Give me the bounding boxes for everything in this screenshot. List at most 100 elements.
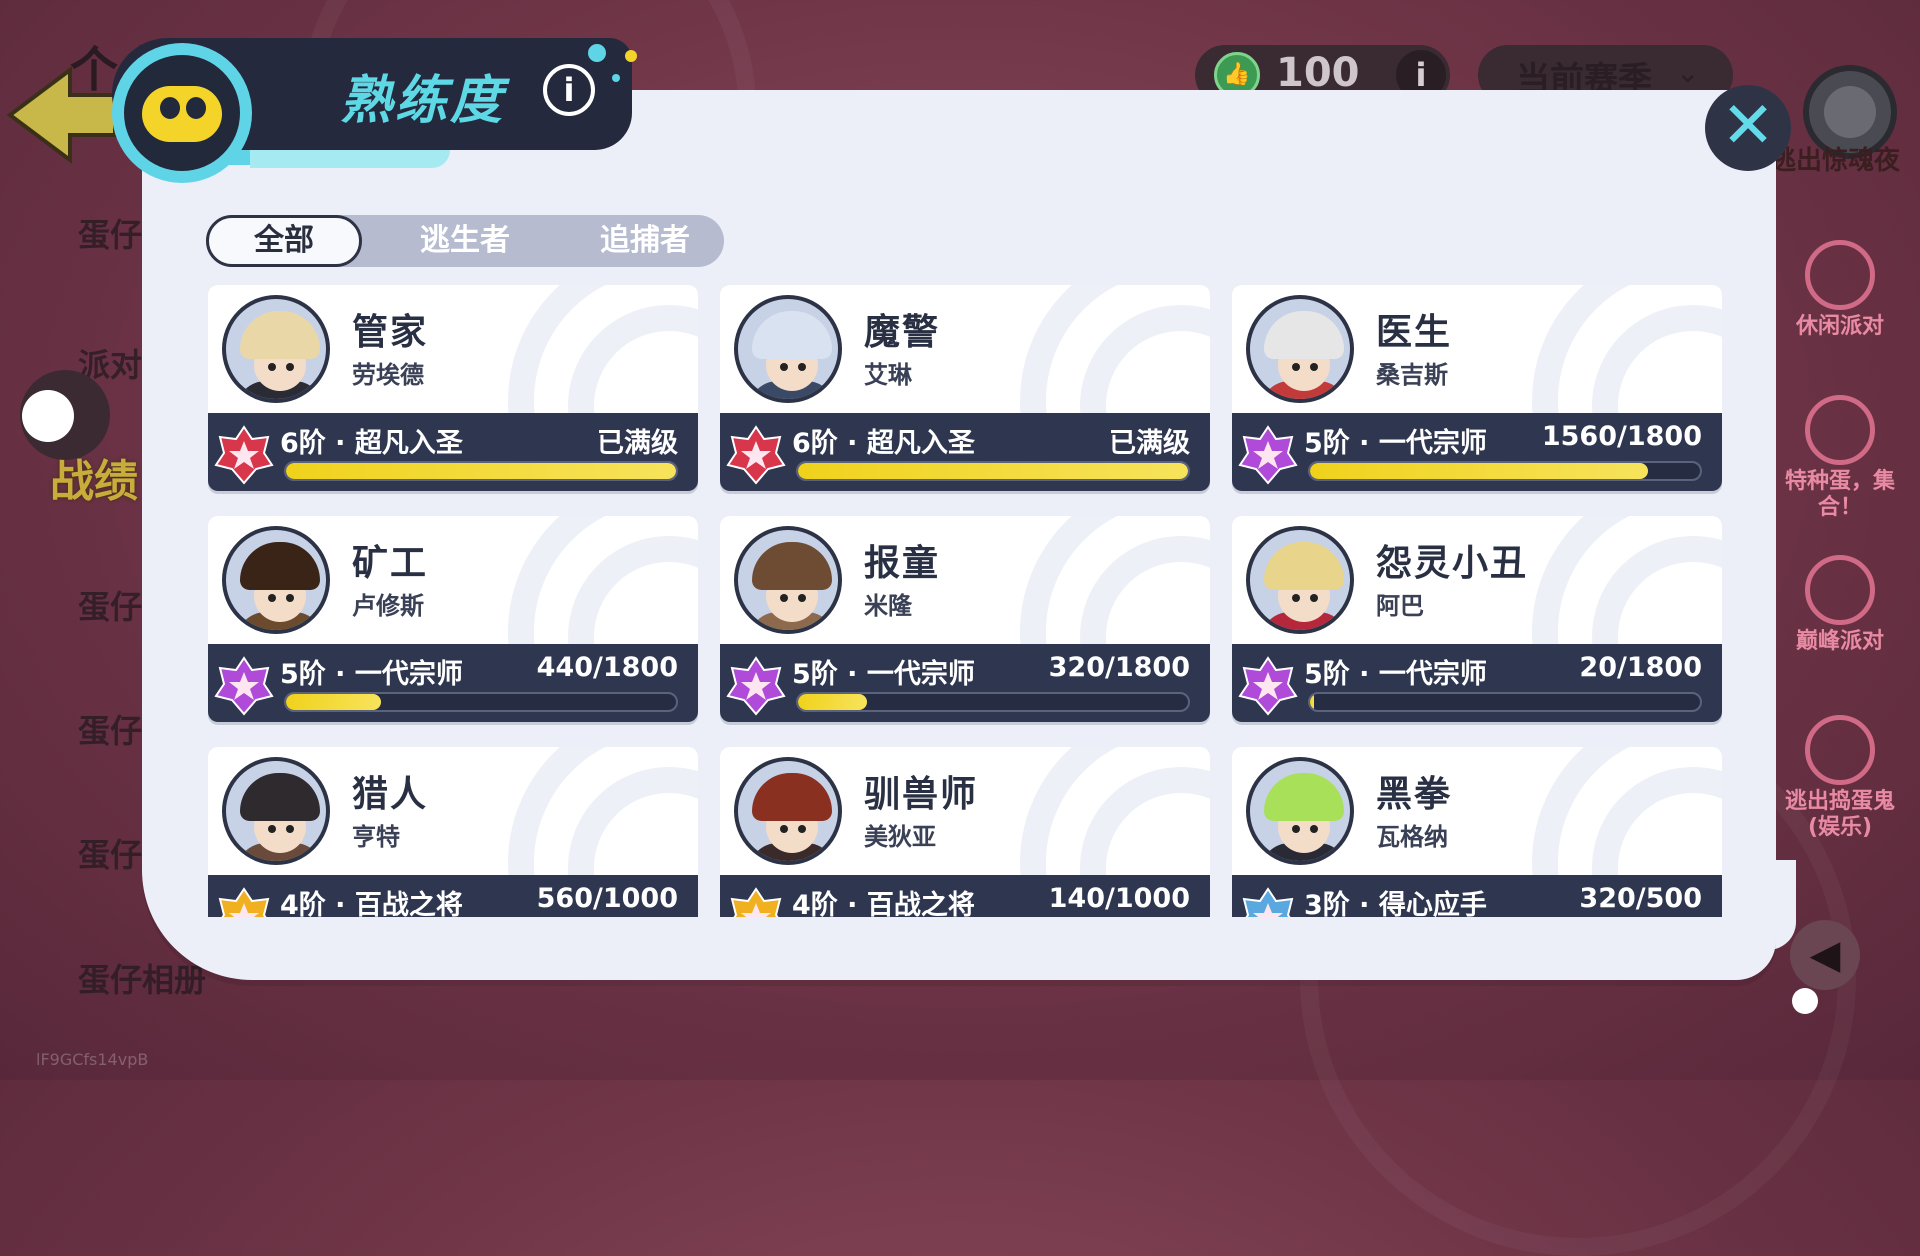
- proficiency-value: 20/1800: [1579, 652, 1702, 683]
- menu-item[interactable]: 蛋仔: [78, 706, 142, 752]
- rank-badge-icon: [214, 425, 274, 485]
- progress-fill: [1310, 463, 1649, 479]
- character-avatar: [734, 295, 842, 403]
- character-name: 驯兽师: [864, 774, 979, 815]
- character-subname: 桑吉斯: [1376, 361, 1448, 389]
- character-avatar: [734, 526, 842, 634]
- character-card[interactable]: 黑拳 瓦格纳 3阶 · 得心应手 320/500: [1232, 747, 1722, 917]
- tab-survivors[interactable]: 逃生者: [390, 215, 540, 267]
- character-card[interactable]: 魔警 艾琳 6阶 · 超凡入圣 已满级: [720, 285, 1210, 491]
- header-accent: [250, 150, 450, 168]
- character-name: 黑拳: [1376, 774, 1453, 815]
- right-rail-item[interactable]: 休闲派对: [1770, 240, 1910, 340]
- egg-face: [142, 86, 222, 142]
- rank-label: 5阶 · 一代宗师: [1304, 659, 1487, 690]
- character-avatar: [222, 295, 330, 403]
- rank-label: 4阶 · 百战之将: [792, 890, 975, 917]
- character-subname: 卢修斯: [352, 592, 424, 620]
- menu-item[interactable]: 蛋仔相册: [78, 955, 206, 1001]
- rank-label: 5阶 · 一代宗师: [280, 659, 463, 690]
- floating-assist-dot: [22, 390, 74, 442]
- rank-label: 5阶 · 一代宗师: [1304, 428, 1487, 459]
- tab-hunters[interactable]: 追捕者: [570, 215, 720, 267]
- proficiency-value: 已满级: [1109, 428, 1190, 459]
- character-subname: 米隆: [864, 592, 912, 620]
- character-name: 管家: [352, 312, 429, 353]
- watermark: lF9GCfs14vpB: [36, 1050, 149, 1069]
- chevron-down-icon: ⌄: [1676, 56, 1700, 89]
- proficiency-progress: [1308, 461, 1702, 481]
- character-card[interactable]: 猎人 亨特 4阶 · 百战之将 560/1000: [208, 747, 698, 917]
- character-subname: 劳埃德: [352, 361, 424, 389]
- progress-fill: [286, 463, 676, 479]
- right-rail-label: 逃出捣蛋鬼(娱乐): [1784, 789, 1895, 840]
- proficiency-progress: [1308, 692, 1702, 712]
- character-avatar: [222, 526, 330, 634]
- egg-eye: [186, 97, 206, 119]
- right-rail-label: 逃出惊魂夜: [1770, 146, 1901, 176]
- decor-dot: [625, 50, 637, 62]
- collapse-arrow-icon[interactable]: ◀: [1790, 920, 1860, 990]
- rank-label: 6阶 · 超凡入圣: [280, 428, 463, 459]
- prankster-icon: [1805, 715, 1875, 785]
- right-rail-label: 特种蛋，集合！: [1784, 469, 1895, 520]
- info-icon[interactable]: i: [543, 64, 595, 116]
- character-card[interactable]: 报童 米隆 5阶 · 一代宗师 320/1800: [720, 516, 1210, 722]
- close-button[interactable]: ✕: [1705, 85, 1791, 171]
- right-rail-item[interactable]: 巅峰派对: [1770, 555, 1910, 655]
- decor-dot: [612, 74, 620, 82]
- character-name: 报童: [864, 543, 941, 584]
- right-rail-item[interactable]: 特种蛋，集合！: [1770, 395, 1910, 521]
- character-name: 矿工: [352, 543, 429, 584]
- proficiency-value: 320/500: [1579, 883, 1702, 914]
- proficiency-value: 320/1800: [1048, 652, 1190, 683]
- character-avatar: [222, 757, 330, 865]
- rank-badge-icon: [730, 887, 782, 917]
- proficiency-value: 140/1000: [1048, 883, 1190, 914]
- proficiency-progress: [796, 461, 1190, 481]
- tab-all[interactable]: 全部: [206, 215, 362, 267]
- character-name: 怨灵小丑: [1376, 543, 1529, 584]
- character-avatar: [1246, 295, 1354, 403]
- character-subname: 艾琳: [864, 361, 912, 389]
- rank-badge-icon: [726, 425, 786, 485]
- decor-dot: [588, 44, 606, 62]
- character-avatar: [1246, 526, 1354, 634]
- character-subname: 美狄亚: [864, 823, 936, 851]
- character-subname: 瓦格纳: [1376, 823, 1448, 851]
- character-card[interactable]: 怨灵小丑 阿巴 5阶 · 一代宗师 20/1800: [1232, 516, 1722, 722]
- right-rail-label: 休闲派对: [1795, 314, 1884, 339]
- egg-eye: [160, 97, 180, 119]
- proficiency-value: 1560/1800: [1541, 421, 1702, 452]
- character-subname: 亨特: [352, 823, 400, 851]
- rank-badge-icon: [1238, 425, 1298, 485]
- character-card[interactable]: 驯兽师 美狄亚 4阶 · 百战之将 140/1000: [720, 747, 1210, 917]
- character-name: 医生: [1376, 312, 1453, 353]
- rank-label: 3阶 · 得心应手: [1304, 890, 1487, 917]
- progress-fill: [286, 694, 382, 710]
- character-avatar: [734, 757, 842, 865]
- rank-label: 5阶 · 一代宗师: [792, 659, 975, 690]
- character-card[interactable]: 矿工 卢修斯 5阶 · 一代宗师 440/1800: [208, 516, 698, 722]
- rank-badge-icon: [218, 887, 270, 917]
- character-avatar: [1246, 757, 1354, 865]
- panel-title: 熟练度: [340, 71, 506, 131]
- character-grid[interactable]: 管家 劳埃德 6阶 · 超凡入圣 已满级 魔警 艾琳 6阶 · 超凡入圣 已满级…: [208, 285, 1728, 917]
- character-name: 魔警: [864, 312, 941, 353]
- peak-party-icon: [1805, 555, 1875, 625]
- rank-badge-icon: [1242, 887, 1294, 917]
- character-card[interactable]: 管家 劳埃德 6阶 · 超凡入圣 已满级: [208, 285, 698, 491]
- right-rail-item[interactable]: 逃出捣蛋鬼(娱乐): [1770, 715, 1910, 841]
- menu-item[interactable]: 蛋仔: [78, 210, 142, 256]
- menu-item[interactable]: 蛋仔: [78, 830, 142, 876]
- rank-badge-icon: [1238, 656, 1298, 716]
- proficiency-progress: [796, 692, 1190, 712]
- rank-label: 6阶 · 超凡入圣: [792, 428, 975, 459]
- proficiency-value: 440/1800: [536, 652, 678, 683]
- character-card[interactable]: 医生 桑吉斯 5阶 · 一代宗师 1560/1800: [1232, 285, 1722, 491]
- right-rail-label: 巅峰派对: [1795, 629, 1884, 654]
- menu-item[interactable]: 蛋仔: [78, 582, 142, 628]
- character-subname: 阿巴: [1376, 592, 1424, 620]
- proficiency-value: 560/1000: [536, 883, 678, 914]
- party-icon: [1805, 240, 1875, 310]
